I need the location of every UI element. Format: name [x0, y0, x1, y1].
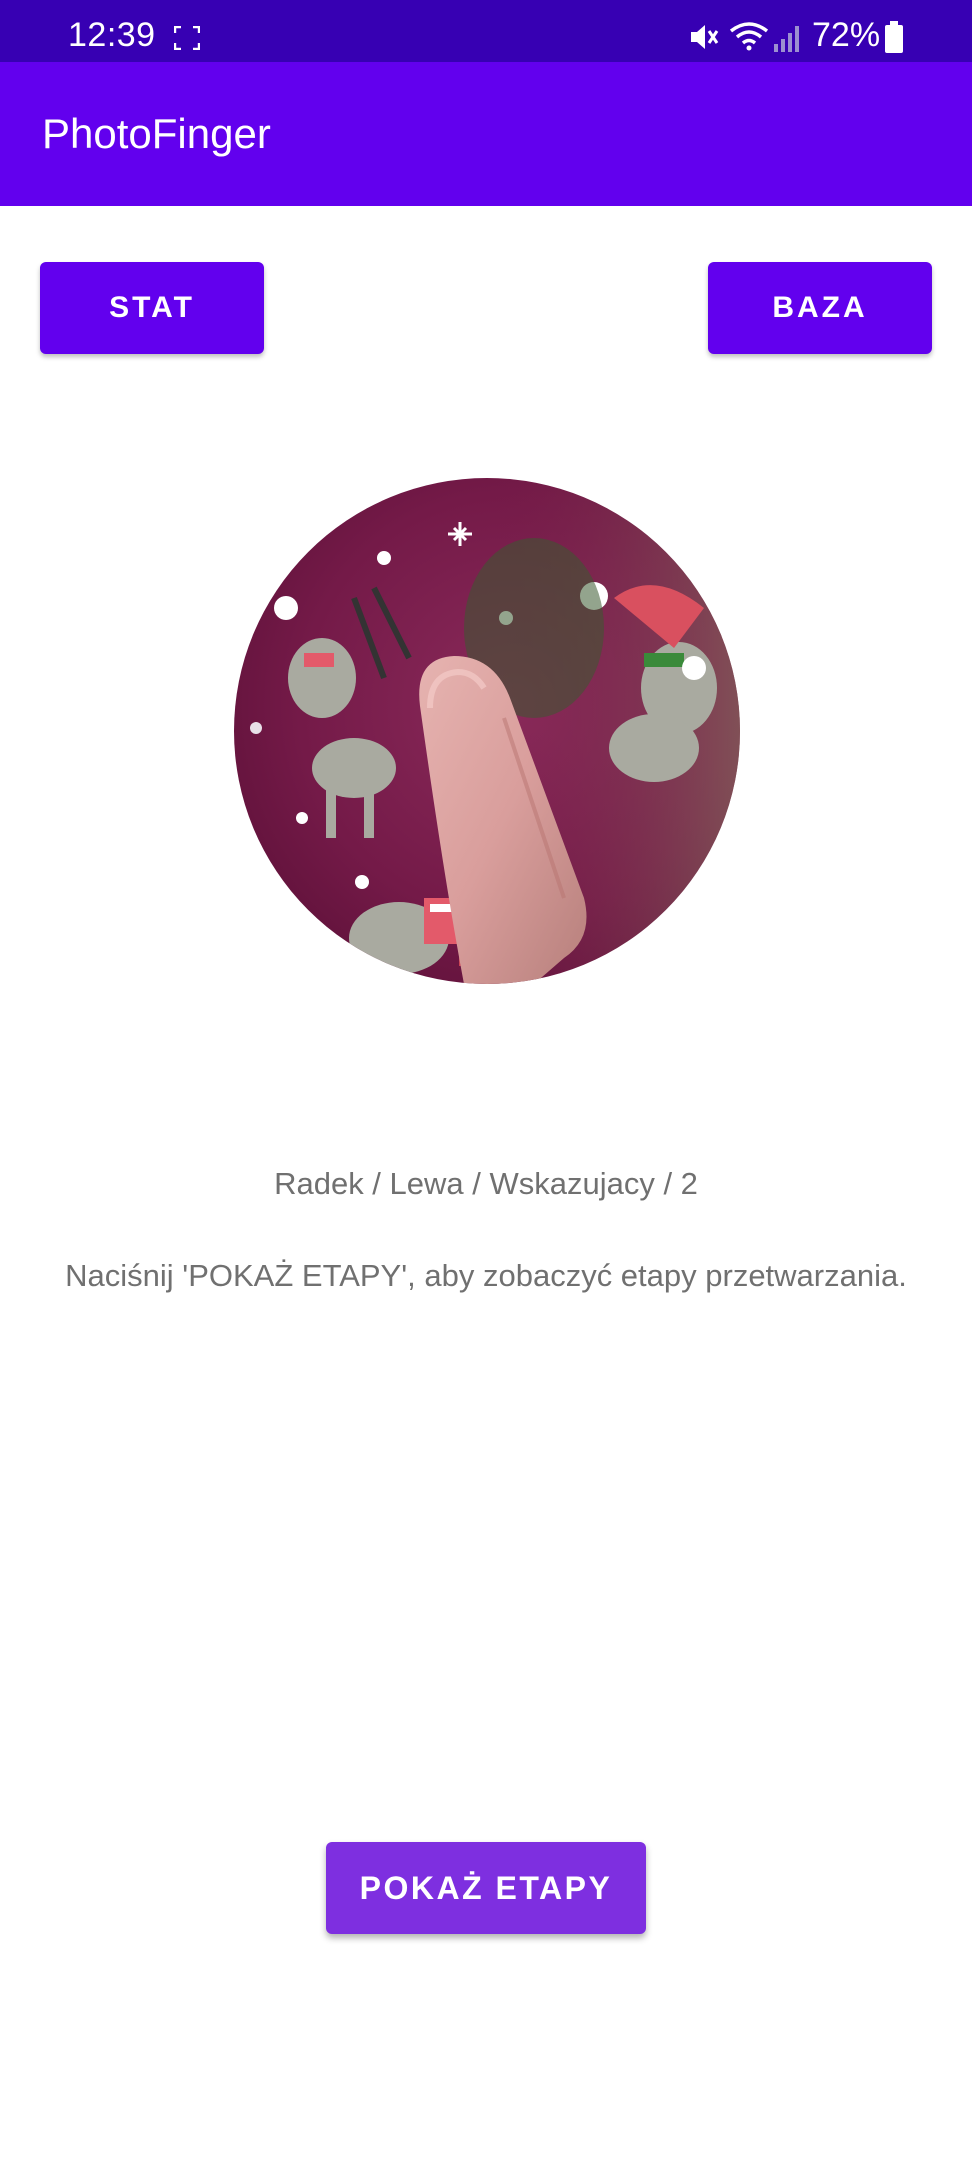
- wifi-icon: [729, 22, 769, 51]
- app-title: PhotoFinger: [42, 110, 271, 157]
- hint-text: Naciśnij 'POKAŻ ETAPY', aby zobaczyć eta…: [65, 1258, 907, 1293]
- stat-button[interactable]: STAT: [40, 262, 264, 354]
- status-time: 12:39: [68, 16, 156, 54]
- app-bar: PhotoFinger: [0, 62, 972, 206]
- status-bar: 12:39 72%: [0, 0, 972, 62]
- show-stages-button[interactable]: POKAŻ ETAPY: [326, 1842, 646, 1934]
- finger-photo: [234, 478, 740, 984]
- signal-icon: [774, 26, 799, 52]
- mute-icon: [691, 25, 719, 49]
- baza-button[interactable]: BAZA: [708, 262, 932, 354]
- battery-percent: 72%: [812, 16, 881, 54]
- screen-capture-icon: [174, 26, 200, 50]
- battery-icon: [885, 21, 903, 53]
- person-info-label: Radek / Lewa / Wskazujacy / 2: [274, 1166, 698, 1201]
